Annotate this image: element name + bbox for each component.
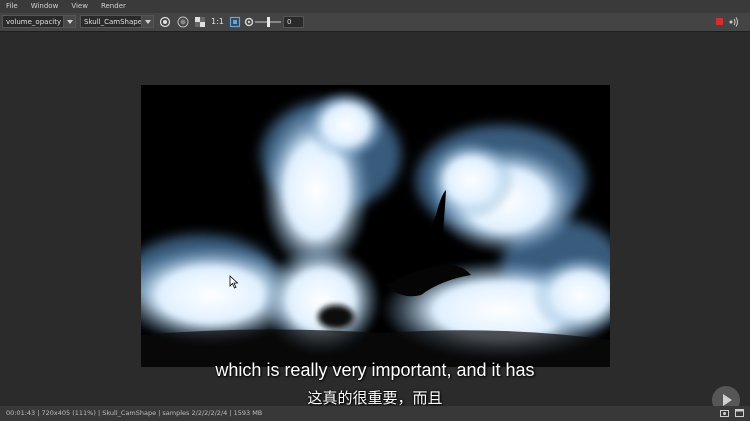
subtitle-chinese: 这真的很重要，而且 bbox=[307, 389, 443, 407]
rgb-channel-icon[interactable] bbox=[177, 16, 189, 28]
menu-bar: File Window View Render bbox=[0, 0, 750, 13]
broadcast-icon[interactable] bbox=[728, 16, 740, 28]
chevron-down-icon bbox=[63, 16, 75, 27]
snapshot-icon[interactable] bbox=[720, 409, 729, 417]
exposure-value-field[interactable]: 0 bbox=[283, 16, 304, 28]
menu-file[interactable]: File bbox=[0, 0, 25, 13]
menu-render[interactable]: Render bbox=[95, 0, 133, 13]
aov-dropdown-value: volume_opacity bbox=[6, 18, 62, 26]
aperture-icon[interactable] bbox=[159, 16, 171, 28]
chevron-down-icon bbox=[141, 16, 153, 27]
mouse-cursor-icon bbox=[229, 275, 239, 289]
subtitle-english: which is really very important, and it h… bbox=[215, 360, 535, 380]
exposure-slider-handle[interactable] bbox=[267, 17, 270, 27]
ratio-label[interactable]: 1:1 bbox=[211, 16, 224, 28]
gear-icon[interactable] bbox=[243, 16, 255, 28]
status-bar: 00:01:43 | 720x405 (111%) | Skull_CamSha… bbox=[0, 406, 750, 421]
contrast-icon[interactable] bbox=[194, 16, 206, 28]
region-select-icon[interactable] bbox=[229, 16, 241, 28]
stop-render-button[interactable] bbox=[716, 18, 723, 25]
window-icon[interactable] bbox=[735, 409, 744, 417]
menu-view[interactable]: View bbox=[65, 0, 95, 13]
camera-dropdown[interactable]: Skull_CamShape bbox=[80, 15, 154, 28]
render-image[interactable] bbox=[141, 85, 610, 367]
camera-dropdown-value: Skull_CamShape bbox=[84, 18, 143, 26]
aov-dropdown[interactable]: volume_opacity bbox=[2, 15, 76, 28]
render-toolbar: volume_opacity Skull_CamShape 1:1 0 bbox=[0, 13, 750, 32]
status-text: 00:01:43 | 720x405 (111%) | Skull_CamSha… bbox=[6, 409, 263, 417]
menu-window[interactable]: Window bbox=[25, 0, 66, 13]
